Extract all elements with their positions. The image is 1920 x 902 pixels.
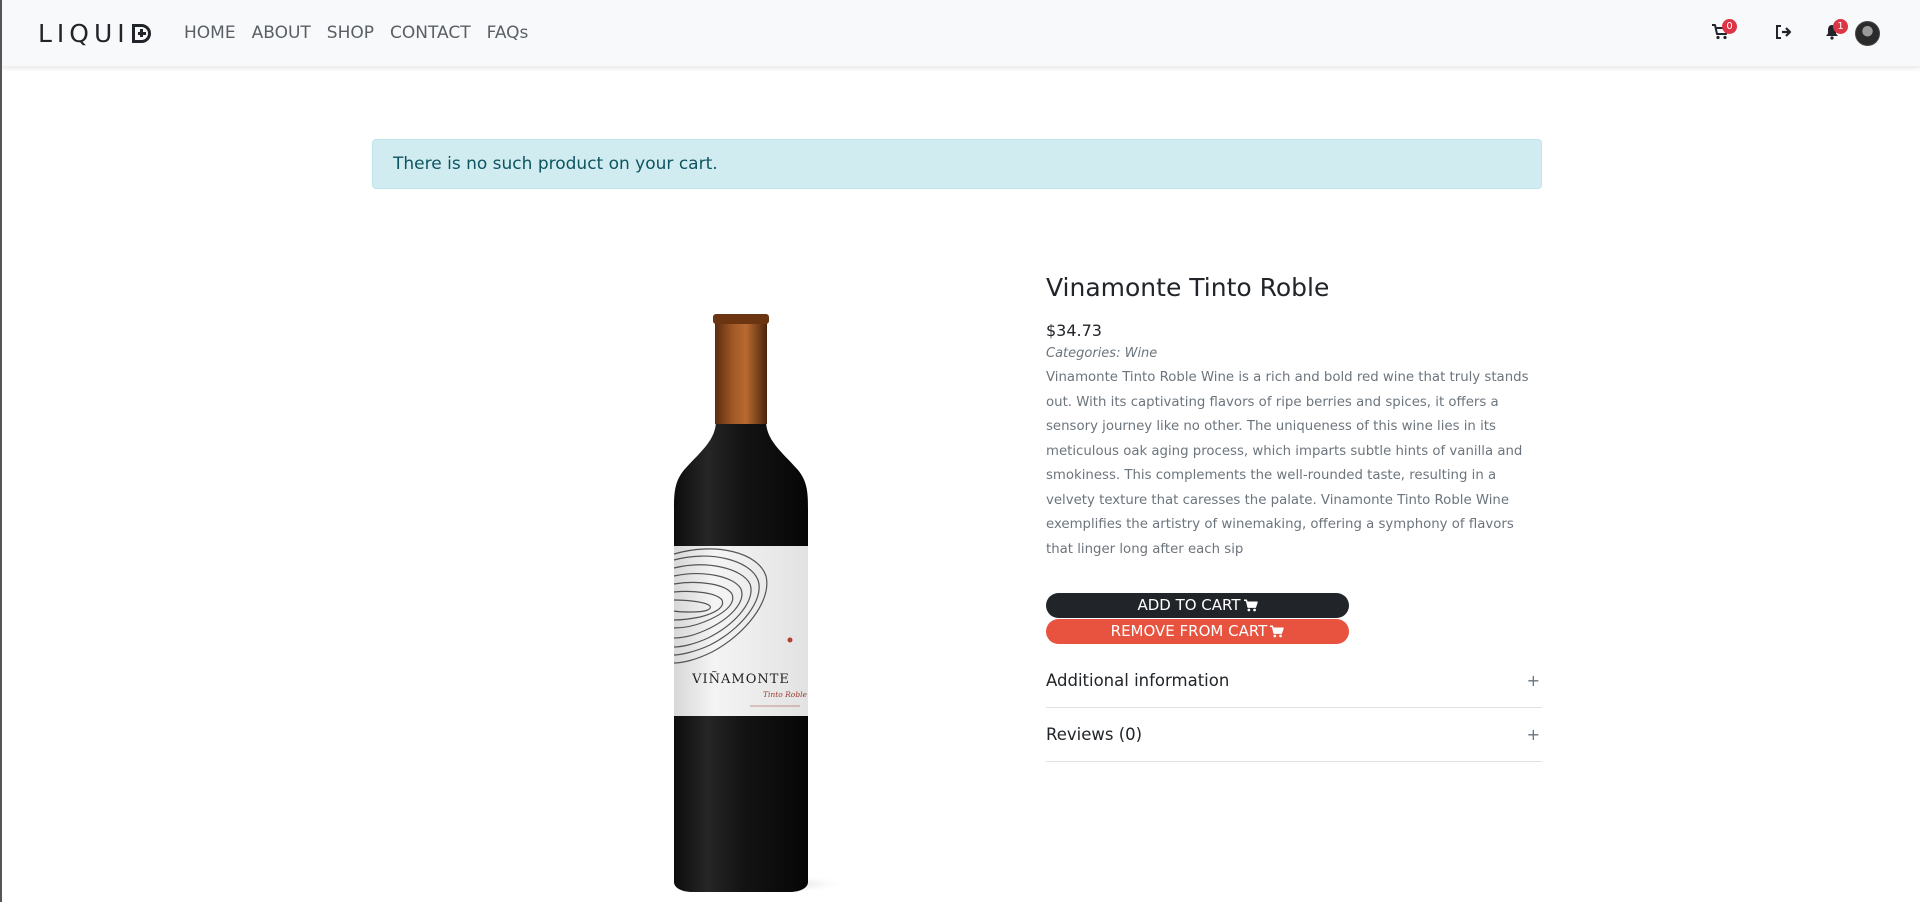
cart-count-badge: 0 [1722,19,1737,34]
accordion-reviews[interactable]: Reviews (0) + [1046,708,1542,762]
product-categories: Categories: Wine [1046,346,1158,361]
window-edge [0,0,2,902]
nav-about[interactable]: ABOUT [252,22,311,44]
notifications-button[interactable]: 1 [1825,19,1848,44]
cart-icon [1243,599,1258,612]
product-price: $34.73 [1046,321,1102,340]
accordion-title: Reviews (0) [1046,725,1143,744]
brand-logo[interactable]: LIQUI [38,18,151,48]
add-to-cart-button[interactable]: ADD TO CART [1046,593,1349,618]
product-description: Vinamonte Tinto Roble Wine is a rich and… [1046,370,1529,557]
product-accordion: Additional information + Reviews (0) + [1046,654,1542,762]
info-alert: There is no such product on your cart. [372,139,1542,189]
accordion-additional-information[interactable]: Additional information + [1046,654,1542,708]
nav-faqs[interactable]: FAQs [487,22,529,44]
product-title: Vinamonte Tinto Roble [1046,273,1330,302]
avatar[interactable] [1855,21,1880,46]
logout-button[interactable] [1775,24,1793,44]
cart-icon [1270,625,1285,638]
remove-from-cart-button[interactable]: REMOVE FROM CART [1046,619,1349,644]
sign-out-icon [1776,25,1792,39]
nav-shop[interactable]: SHOP [327,22,374,44]
navbar: LIQUI HOME ABOUT SHOP CONTACT FAQs 0 1 [2,0,1920,67]
plus-icon: + [1526,671,1540,690]
notification-count-badge: 1 [1833,19,1848,34]
logo-text: LIQUI [38,18,130,48]
bottle-label-sub: Tinto Roble [763,690,808,699]
plus-icon: + [1526,725,1540,744]
bottle-label-brand: VIÑAMONTE [691,671,790,687]
main-nav: HOME ABOUT SHOP CONTACT FAQs [184,22,544,44]
logo-plus-mark [131,23,151,43]
product-image: VIÑAMONTE Tinto Roble [640,310,860,902]
add-to-cart-label: ADD TO CART [1137,596,1241,614]
nav-home[interactable]: HOME [184,22,236,44]
cart-button[interactable]: 0 [1711,19,1737,44]
nav-contact[interactable]: CONTACT [390,22,471,44]
remove-from-cart-label: REMOVE FROM CART [1110,622,1268,640]
accordion-title: Additional information [1046,671,1230,690]
wine-bottle-image: VIÑAMONTE Tinto Roble [673,314,850,894]
product-details: Vinamonte Tinto Roble $34.73 Categories:… [1046,270,1542,562]
alert-message: There is no such product on your cart. [393,154,718,174]
